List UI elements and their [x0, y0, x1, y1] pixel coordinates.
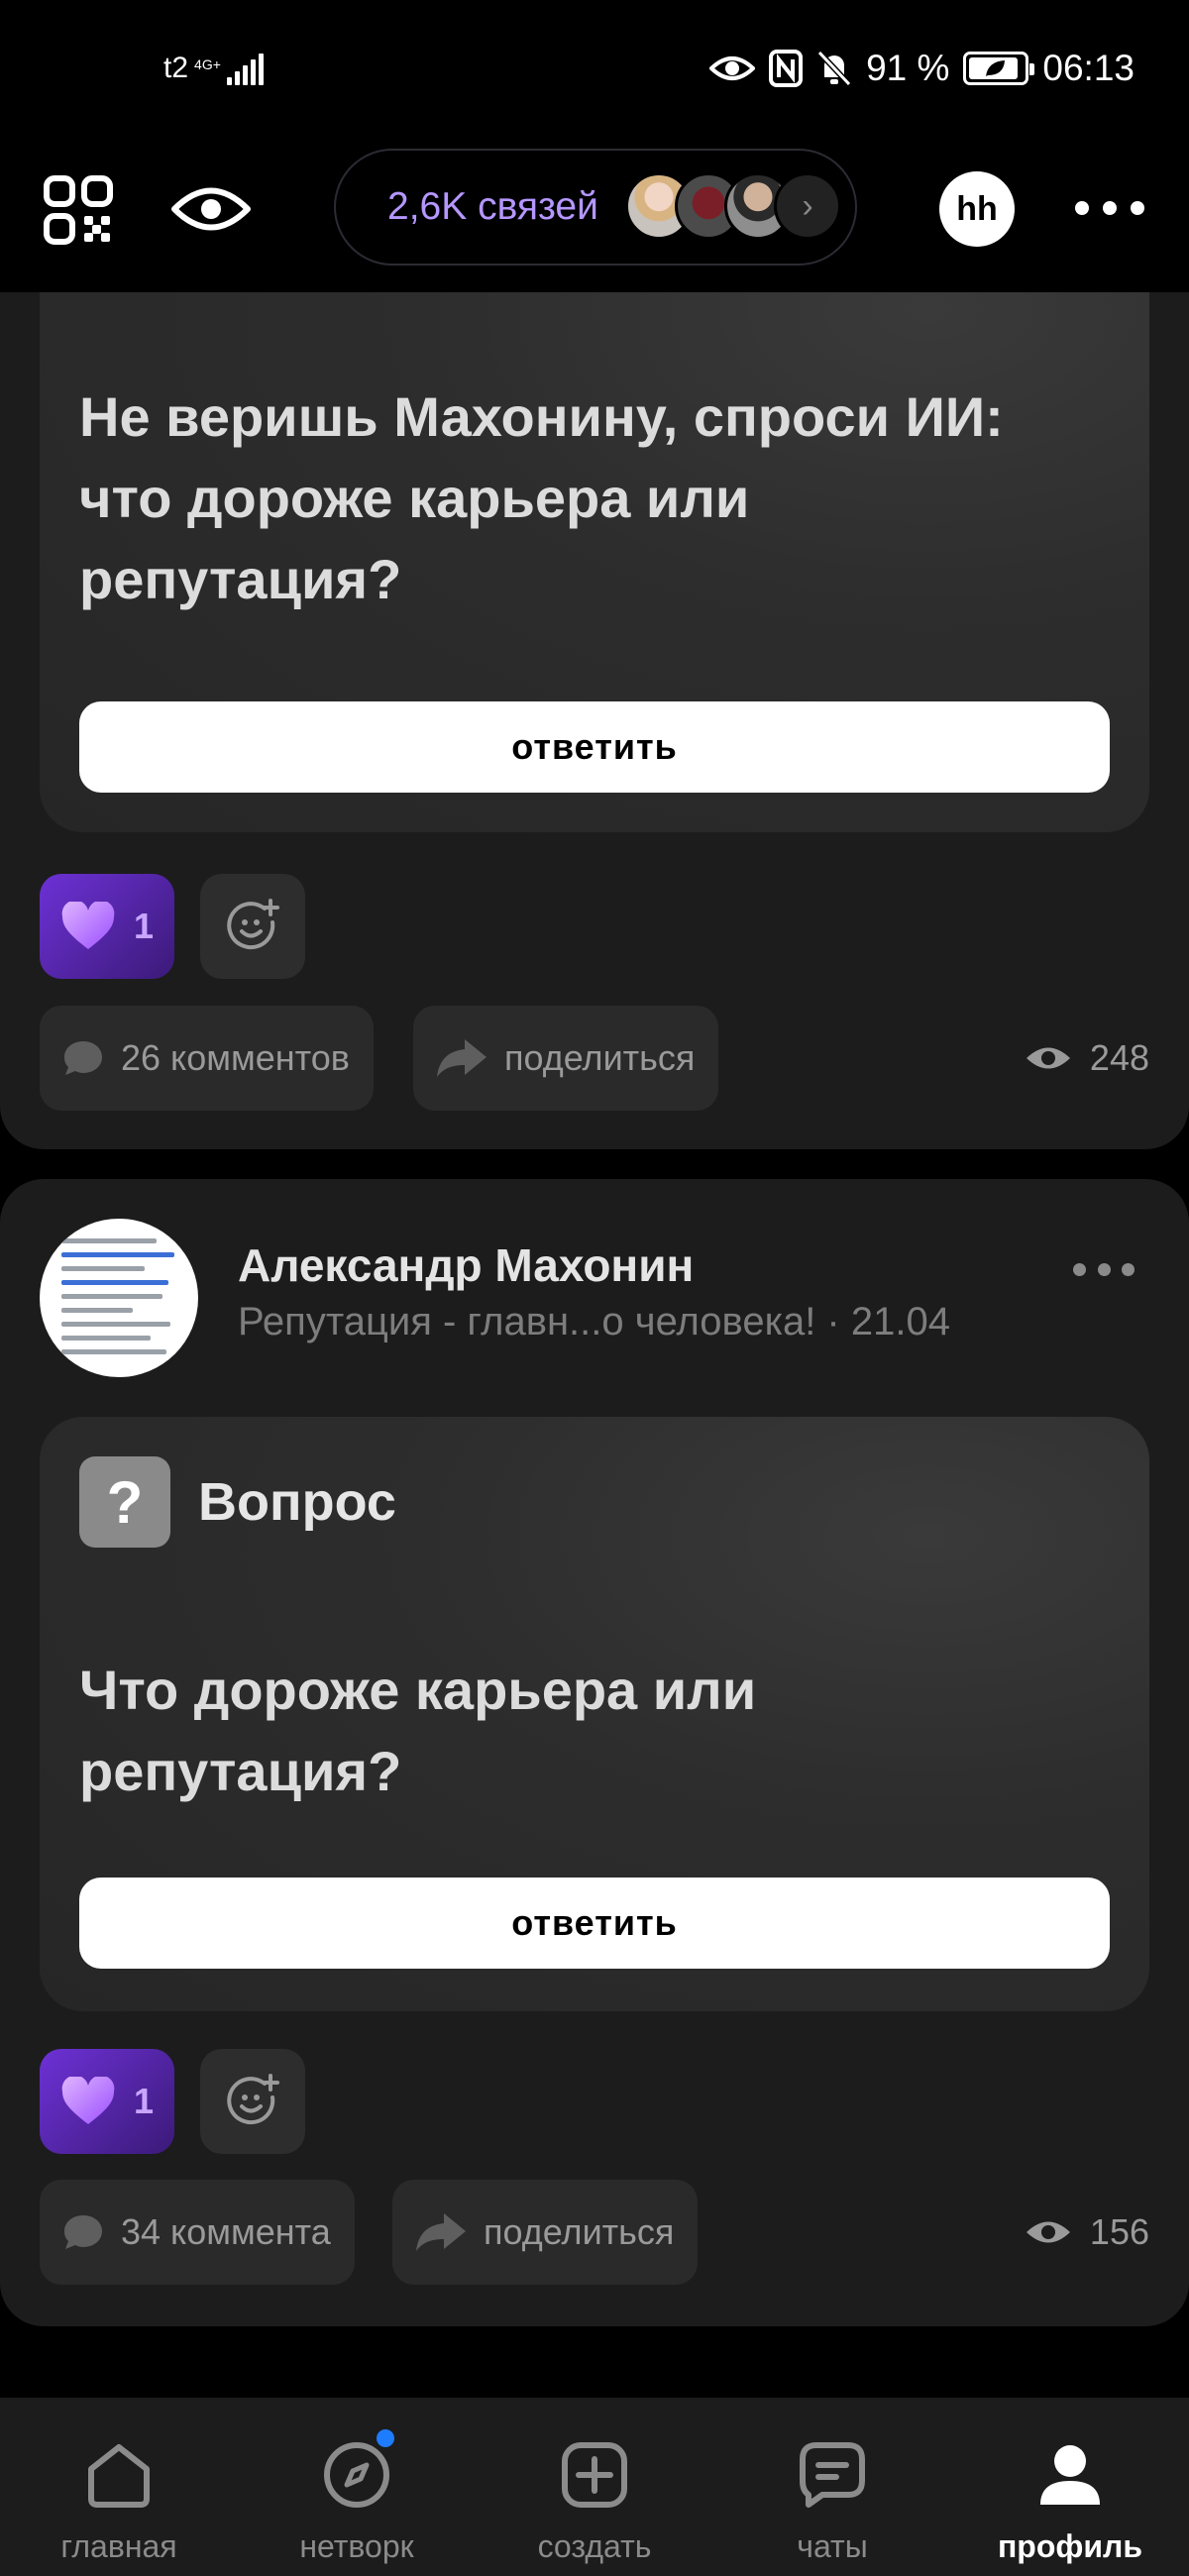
reactions-row: 1 [40, 874, 305, 979]
network-type: 4G+ [194, 56, 221, 72]
question-header: ? Вопрос [79, 1456, 396, 1548]
battery-icon [963, 52, 1035, 85]
heart-icon [61, 2077, 115, 2124]
views-counter: 248 [1025, 1006, 1149, 1111]
actions-row: 34 коммента поделиться 156 [40, 2180, 1149, 2285]
carrier-info: t2 4G+ [163, 52, 264, 85]
connections-button[interactable]: 2,6K связей › [334, 149, 857, 266]
post-menu-button[interactable] [1073, 1263, 1135, 1276]
chat-icon [793, 2435, 872, 2515]
share-button[interactable]: поделиться [392, 2180, 699, 2285]
answer-button[interactable]: ответить [79, 1878, 1110, 1969]
carrier-label: t2 [163, 52, 189, 84]
qr-code-button[interactable] [44, 175, 113, 245]
question-box: ? Вопрос Что дороже карьера или репутаци… [40, 1417, 1149, 2011]
like-button[interactable]: 1 [40, 2049, 174, 2154]
reactions-row: 1 [40, 2049, 305, 2154]
connections-count: 2,6K связей [387, 185, 598, 228]
qr-icon [44, 175, 113, 245]
post-card: Александр Махонин Репутация - главн...о … [0, 1179, 1189, 2326]
actions-row: 26 комментов поделиться 248 [40, 1006, 1149, 1111]
share-label: поделиться [484, 2211, 675, 2252]
visibility-button[interactable] [170, 178, 252, 240]
hh-profile-avatar[interactable]: hh [939, 171, 1015, 247]
profile-icon [1030, 2435, 1110, 2515]
eye-comfort-icon [709, 53, 756, 84]
nav-item-create[interactable]: создать [476, 2398, 713, 2576]
battery-percent: 91 % [866, 48, 950, 88]
add-emoji-icon [227, 899, 279, 950]
more-menu-button[interactable] [1075, 188, 1144, 228]
views-eye-icon [1026, 2221, 1070, 2243]
answer-button[interactable]: ответить [79, 701, 1110, 793]
share-icon [416, 2213, 466, 2251]
like-count: 1 [133, 2081, 155, 2121]
clock: 06:13 [1042, 48, 1135, 88]
bottom-navigation: главная нетворк создать чаты профиль [0, 2398, 1189, 2576]
question-mark-icon: ? [79, 1456, 170, 1548]
question-text: Что дороже карьера или репутация? [79, 1659, 757, 1802]
nav-label: создать [537, 2528, 652, 2564]
comments-button[interactable]: 34 коммента [40, 2180, 355, 2285]
views-eye-icon [1026, 1047, 1070, 1069]
chevron-right-icon: › [774, 172, 841, 240]
post-card: Не веришь Махонину, спроси ИИ: что дорож… [0, 178, 1189, 1149]
views-count: 156 [1089, 2211, 1149, 2252]
heart-icon [61, 902, 115, 949]
nfc-icon [769, 50, 804, 87]
status-icons: 91 % 06:13 [709, 48, 1135, 89]
nav-label: профиль [997, 2528, 1143, 2564]
compass-icon [317, 2429, 396, 2515]
nav-item-home[interactable]: главная [0, 2398, 238, 2576]
question-text: Не веришь Махонину, спроси ИИ: что дорож… [79, 385, 1004, 610]
home-icon [79, 2435, 159, 2515]
comment-icon [64, 2215, 102, 2249]
share-button[interactable]: поделиться [413, 1006, 719, 1111]
nav-item-chats[interactable]: чаты [713, 2398, 951, 2576]
comments-button[interactable]: 26 комментов [40, 1006, 374, 1111]
mute-bell-icon [816, 50, 852, 87]
status-bar: t2 4G+ 91 % 06:13 [0, 0, 1189, 149]
like-button[interactable]: 1 [40, 874, 174, 979]
like-count: 1 [133, 906, 155, 946]
author-name[interactable]: Александр Махонин [238, 1238, 694, 1292]
post-author[interactable]: Александр Махонин Репутация - главн...о … [40, 1219, 1149, 1382]
plus-square-icon [555, 2435, 634, 2515]
top-app-bar: 2,6K связей › hh [0, 149, 1189, 292]
views-counter: 156 [1025, 2180, 1149, 2285]
nav-label: чаты [797, 2528, 868, 2564]
nav-item-profile[interactable]: профиль [951, 2398, 1189, 2576]
nav-item-network[interactable]: нетворк [238, 2398, 476, 2576]
views-count: 248 [1089, 1037, 1149, 1078]
eye-icon [171, 187, 251, 231]
notification-dot [377, 2429, 394, 2447]
post-subtitle: Репутация - главн...о человека! · 21.04 [238, 1300, 950, 1343]
add-emoji-icon [227, 2074, 279, 2125]
nav-label: нетворк [299, 2528, 414, 2564]
share-label: поделиться [504, 1037, 696, 1078]
screen: t2 4G+ 91 % 06:13 Не веришь Махонину, сп… [0, 0, 1189, 2576]
connections-avatars: › [625, 172, 841, 240]
comment-icon [64, 1041, 102, 1075]
comments-label: 34 коммента [121, 2211, 331, 2252]
share-icon [437, 1039, 486, 1077]
nav-label: главная [60, 2528, 177, 2564]
add-reaction-button[interactable] [200, 2049, 305, 2154]
avatar[interactable] [40, 1219, 198, 1377]
add-reaction-button[interactable] [200, 874, 305, 979]
signal-icon [226, 54, 264, 85]
question-label: Вопрос [198, 1472, 396, 1532]
comments-label: 26 комментов [121, 1037, 350, 1078]
